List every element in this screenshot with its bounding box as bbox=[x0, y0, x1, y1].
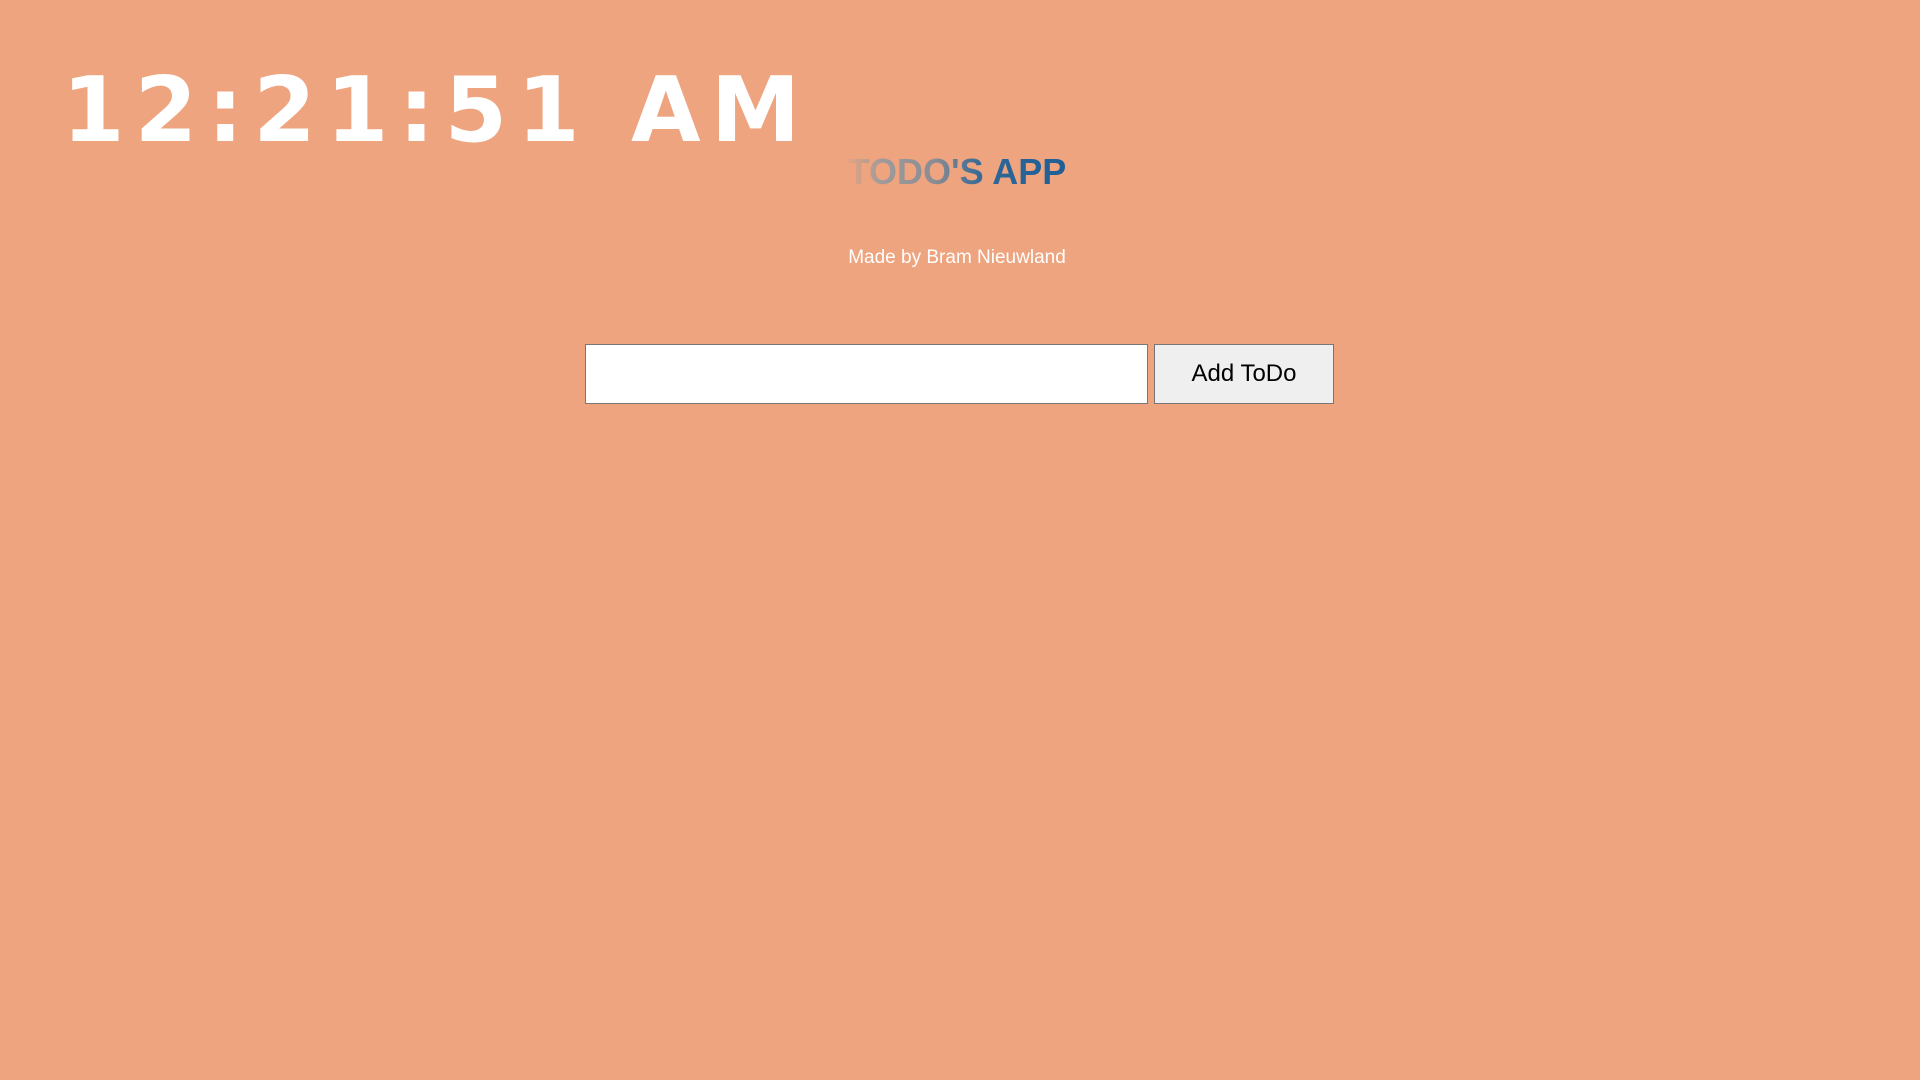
todo-app-page: 12:21:51 AM TODO'S APP Made by Bram Nieu… bbox=[0, 0, 1920, 1080]
app-title: TODO'S APP bbox=[842, 148, 1073, 196]
title-container: TODO'S APP bbox=[0, 148, 1914, 196]
add-todo-button[interactable]: Add ToDo bbox=[1154, 344, 1334, 404]
author-credit: Made by Bram Nieuwland bbox=[848, 247, 1066, 268]
todo-input[interactable] bbox=[585, 344, 1148, 404]
add-todo-form: Add ToDo bbox=[585, 344, 1334, 404]
